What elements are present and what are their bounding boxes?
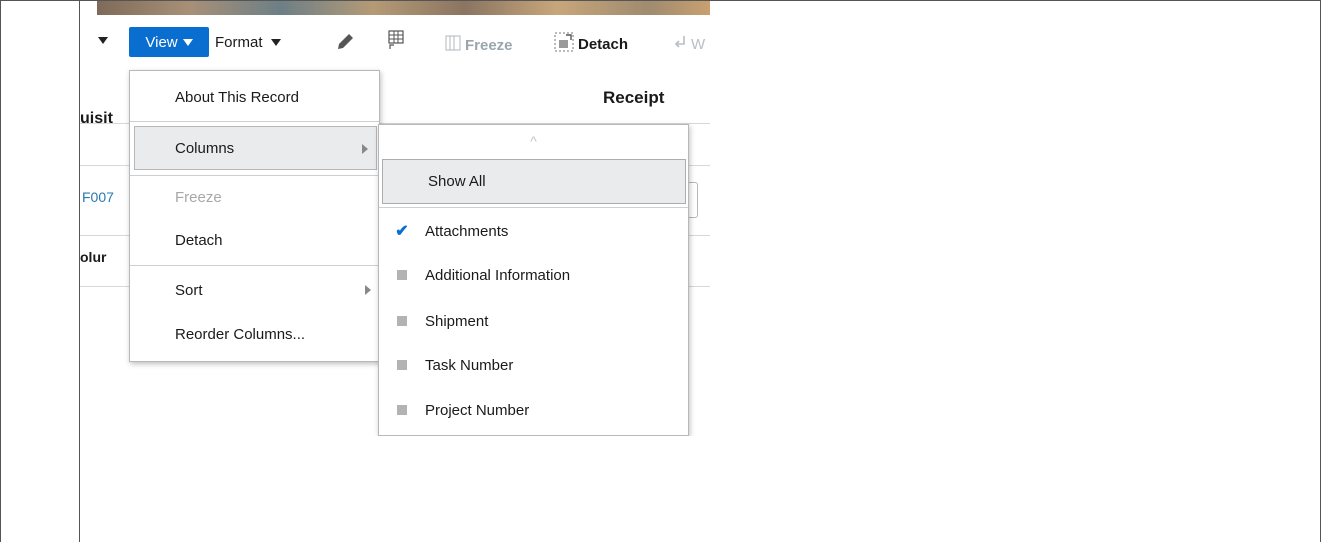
freeze-button[interactable]: Freeze xyxy=(445,34,513,56)
column-toggle-project-number[interactable]: Project Number xyxy=(379,390,688,430)
menu-item-sort[interactable]: Sort xyxy=(130,269,379,311)
format-menu-button[interactable]: Format xyxy=(215,34,281,51)
embedded-screenshot: View Format Freeze Detach W uisit Receip… xyxy=(80,1,710,436)
column-header-requisition-partial: uisit xyxy=(80,110,113,127)
menu-separator xyxy=(130,265,379,266)
frame-left-border xyxy=(0,0,1,542)
submenu-arrow-icon xyxy=(365,285,371,295)
column-toggle-label: Attachments xyxy=(425,222,509,240)
format-menu-label: Format xyxy=(215,34,263,51)
unchecked-box-icon xyxy=(397,405,407,415)
column-toggle-shipment[interactable]: Shipment xyxy=(379,301,688,341)
header-banner-image xyxy=(97,1,710,15)
table-toolbar: View Format Freeze Detach W xyxy=(80,15,710,69)
menu-item-label: Columns xyxy=(175,139,235,157)
menu-item-freeze[interactable]: Freeze xyxy=(130,178,379,216)
wrap-button[interactable]: W xyxy=(673,34,705,54)
column-toggle-label: Additional Information xyxy=(425,266,571,284)
pencil-icon[interactable] xyxy=(334,31,356,58)
freeze-icon xyxy=(445,34,461,56)
menu-item-reorder-columns[interactable]: Reorder Columns... xyxy=(130,314,379,354)
unchecked-box-icon xyxy=(397,360,407,370)
column-toggle-label: Task Number xyxy=(425,356,514,374)
caret-down-icon xyxy=(98,37,108,44)
menu-item-label: Show All xyxy=(428,173,486,190)
menu-item-label: Freeze xyxy=(175,188,222,206)
column-toggle-label: Shipment xyxy=(425,312,489,330)
row-label-partial: olur xyxy=(80,249,107,265)
menu-item-label: About This Record xyxy=(175,88,299,106)
caret-down-icon xyxy=(270,39,281,46)
menu-item-about-this-record[interactable]: About This Record xyxy=(130,77,379,117)
view-menu-label: View xyxy=(145,33,178,51)
menu-separator xyxy=(379,207,688,208)
view-menu-button[interactable]: View xyxy=(129,27,209,57)
column-toggle-additional-information[interactable]: Additional Information xyxy=(379,255,688,295)
column-toggle-task-number[interactable]: Task Number xyxy=(379,345,688,385)
column-toggle-label: Project Number xyxy=(425,401,530,419)
detach-icon xyxy=(554,32,574,56)
detach-button[interactable]: Detach xyxy=(554,32,628,56)
unchecked-box-icon xyxy=(397,316,407,326)
menu-item-label: Reorder Columns... xyxy=(175,325,306,343)
caret-down-icon xyxy=(182,38,193,46)
checkmark-icon: ✔ xyxy=(395,223,409,240)
menu-item-show-all[interactable]: Show All xyxy=(382,159,686,204)
scroll-up-icon[interactable]: ^ xyxy=(379,133,688,149)
menu-item-columns[interactable]: Columns xyxy=(134,126,377,170)
menu-item-detach[interactable]: Detach xyxy=(130,220,379,260)
wrap-label: W xyxy=(691,35,706,53)
menu-item-label: Sort xyxy=(175,281,203,299)
menu-separator xyxy=(130,121,379,122)
wrap-icon xyxy=(673,34,687,54)
detach-label: Detach xyxy=(578,35,629,53)
record-link-partial[interactable]: F007 xyxy=(82,189,114,205)
freeze-label: Freeze xyxy=(465,36,513,54)
column-toggle-attachments[interactable]: ✔ Attachments xyxy=(379,211,688,251)
view-menu: About This Record Columns Freeze Detach … xyxy=(129,70,380,362)
column-header-receipt: Receipt xyxy=(603,88,665,107)
submenu-arrow-icon xyxy=(362,144,368,154)
table-export-icon[interactable] xyxy=(387,29,405,56)
unchecked-box-icon xyxy=(397,270,407,280)
actions-menu-button[interactable] xyxy=(98,37,108,44)
input-field-edge[interactable] xyxy=(689,182,698,218)
columns-submenu: ^ Show All ✔ Attachments Additional Info… xyxy=(378,124,689,436)
menu-item-label: Detach xyxy=(175,231,223,249)
menu-separator xyxy=(130,175,379,176)
